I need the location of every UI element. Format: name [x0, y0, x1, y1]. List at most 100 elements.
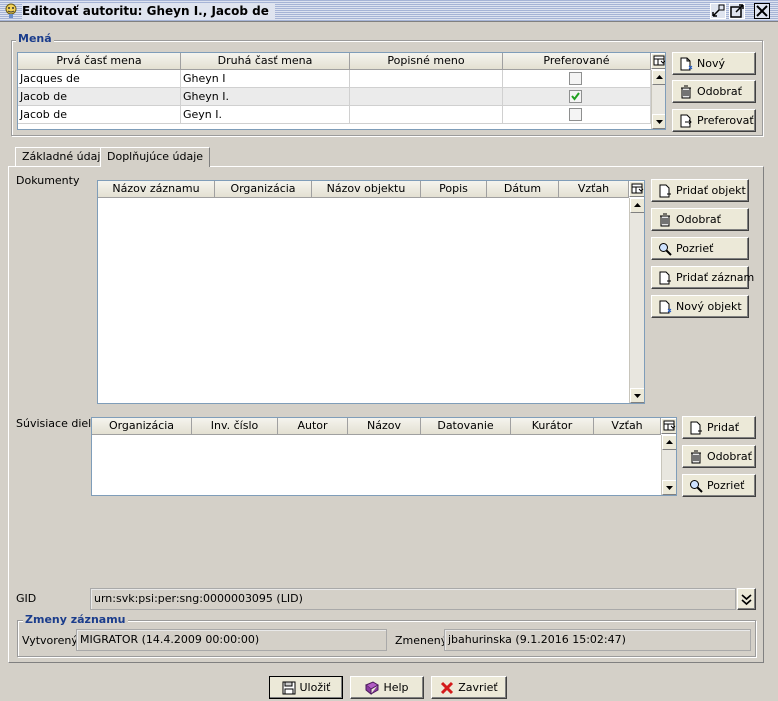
rel-col-relation[interactable]: Vzťah: [594, 418, 661, 435]
doc-col-organization[interactable]: Organizácia: [215, 181, 312, 198]
names-col-second[interactable]: Druhá časť mena: [181, 53, 350, 70]
column-chooser-icon[interactable]: [629, 181, 644, 197]
add-object-label: Pridať objekt: [676, 184, 746, 197]
scroll-up-icon[interactable]: [630, 198, 644, 213]
name-descriptive-cell[interactable]: [350, 88, 503, 106]
scroll-down-icon[interactable]: [662, 480, 676, 495]
related-works-table: Organizácia Inv. číslo Autor Názov Datov…: [91, 417, 677, 496]
gid-label: GID: [16, 592, 37, 605]
remove-document-button[interactable]: Odobrať: [651, 208, 749, 231]
trash-icon: [681, 85, 691, 98]
names-scrollbar[interactable]: [651, 70, 665, 129]
doc-col-relation[interactable]: Vzťah: [559, 181, 629, 198]
view-document-label: Pozrieť: [676, 242, 714, 255]
column-chooser-icon[interactable]: [651, 53, 665, 69]
rel-col-dating[interactable]: Datovanie: [421, 418, 511, 435]
new-name-label: Nový: [697, 57, 725, 70]
close-label: Zavrieť: [458, 681, 498, 694]
new-document-icon: [659, 300, 672, 313]
doc-col-date[interactable]: Dátum: [487, 181, 559, 198]
name-preferred-cell[interactable]: [503, 106, 651, 124]
scroll-up-icon[interactable]: [662, 435, 676, 450]
name-preferred-cell[interactable]: [503, 88, 651, 106]
red-x-icon: [441, 681, 454, 694]
related-scrollbar[interactable]: [661, 435, 676, 495]
view-document-button[interactable]: Pozrieť: [651, 237, 749, 260]
name-preferred-cell[interactable]: [503, 70, 651, 88]
name-second-cell[interactable]: Gheyn I: [181, 70, 350, 88]
new-name-button[interactable]: Nový: [672, 52, 756, 75]
names-col-preferred[interactable]: Preferované: [503, 53, 651, 70]
add-related-label: Pridať: [707, 421, 740, 434]
check-icon: [571, 92, 580, 101]
rel-col-title[interactable]: Názov: [348, 418, 421, 435]
new-object-label: Nový objekt: [676, 300, 742, 313]
rel-col-curator[interactable]: Kurátor: [511, 418, 594, 435]
rel-col-organization[interactable]: Organizácia: [92, 418, 192, 435]
name-second-cell[interactable]: Gheyn I.: [181, 88, 350, 106]
names-legend: Mená: [16, 32, 54, 45]
name-first-cell[interactable]: Jacob de: [18, 106, 181, 124]
name-second-cell[interactable]: Geyn I.: [181, 106, 350, 124]
rel-col-author[interactable]: Autor: [278, 418, 348, 435]
related-works-label: Súvisiace diela: [16, 417, 98, 430]
add-document-icon: [659, 184, 671, 197]
created-label: Vytvorený: [22, 634, 78, 647]
name-first-cell[interactable]: Jacob de: [18, 88, 181, 106]
documents-label: Dokumenty: [16, 174, 80, 187]
gid-field[interactable]: urn:svk:psi:per:sng:0000003095 (LID): [90, 588, 736, 610]
names-col-descriptive[interactable]: Popisné meno: [350, 53, 503, 70]
help-button[interactable]: Help: [350, 676, 424, 699]
scroll-down-icon[interactable]: [630, 388, 644, 403]
save-button[interactable]: Uložiť: [269, 676, 343, 699]
names-col-first[interactable]: Prvá časť mena: [18, 53, 181, 70]
help-label: Help: [383, 681, 409, 694]
add-document-icon: [659, 271, 671, 284]
title-bar: Editovať autoritu: Gheyn I., Jacob de: [0, 0, 778, 22]
view-related-button[interactable]: Pozrieť: [682, 474, 756, 497]
prefer-name-button[interactable]: Preferovať: [672, 109, 756, 132]
add-object-button[interactable]: Pridať objekt: [651, 179, 749, 202]
doc-col-object-name[interactable]: Názov objektu: [312, 181, 421, 198]
preferred-checkbox[interactable]: [569, 108, 582, 121]
save-label: Uložiť: [299, 681, 331, 694]
add-related-button[interactable]: Pridať: [682, 416, 756, 439]
add-record-button[interactable]: Pridať záznam: [651, 266, 754, 289]
rel-col-inventory[interactable]: Inv. číslo: [192, 418, 278, 435]
tab-additional[interactable]: Doplňujúce údaje: [100, 147, 211, 167]
changes-legend: Zmeny záznamu: [23, 613, 128, 626]
doc-col-description[interactable]: Popis: [421, 181, 487, 198]
minimize-icon[interactable]: [710, 3, 726, 19]
documents-scrollbar[interactable]: [629, 198, 644, 403]
magnifier-icon: [659, 242, 672, 256]
preferred-checkbox[interactable]: [569, 90, 582, 103]
scroll-down-icon[interactable]: [652, 114, 665, 129]
maximize-icon[interactable]: [729, 3, 745, 19]
magnifier-icon: [690, 479, 703, 493]
trash-icon: [660, 213, 670, 226]
help-book-icon: [365, 680, 380, 695]
column-chooser-icon[interactable]: [661, 418, 676, 434]
add-document-icon: [690, 421, 702, 434]
new-object-button[interactable]: Nový objekt: [651, 295, 749, 318]
close-button[interactable]: Zavrieť: [431, 676, 507, 699]
documents-table: Názov záznamu Organizácia Názov objektu …: [97, 180, 645, 404]
app-icon: [5, 3, 17, 18]
prefer-document-icon: [680, 114, 692, 127]
name-first-cell[interactable]: Jacques de: [18, 70, 181, 88]
remove-name-label: Odobrať: [697, 85, 742, 98]
double-chevron-down-icon: [741, 593, 752, 605]
remove-name-button[interactable]: Odobrať: [672, 80, 756, 103]
remove-related-label: Odobrať: [707, 450, 752, 463]
preferred-checkbox[interactable]: [569, 72, 582, 85]
gid-expand-button[interactable]: [737, 588, 756, 610]
created-field: MIGRATOR (14.4.2009 00:00:00): [76, 629, 387, 651]
close-icon[interactable]: [754, 3, 770, 19]
name-descriptive-cell[interactable]: [350, 106, 503, 124]
remove-document-label: Odobrať: [676, 213, 721, 226]
trash-icon: [691, 450, 701, 463]
remove-related-button[interactable]: Odobrať: [682, 445, 756, 468]
scroll-up-icon[interactable]: [652, 70, 665, 85]
name-descriptive-cell[interactable]: [350, 70, 503, 88]
doc-col-record[interactable]: Názov záznamu: [98, 181, 215, 198]
